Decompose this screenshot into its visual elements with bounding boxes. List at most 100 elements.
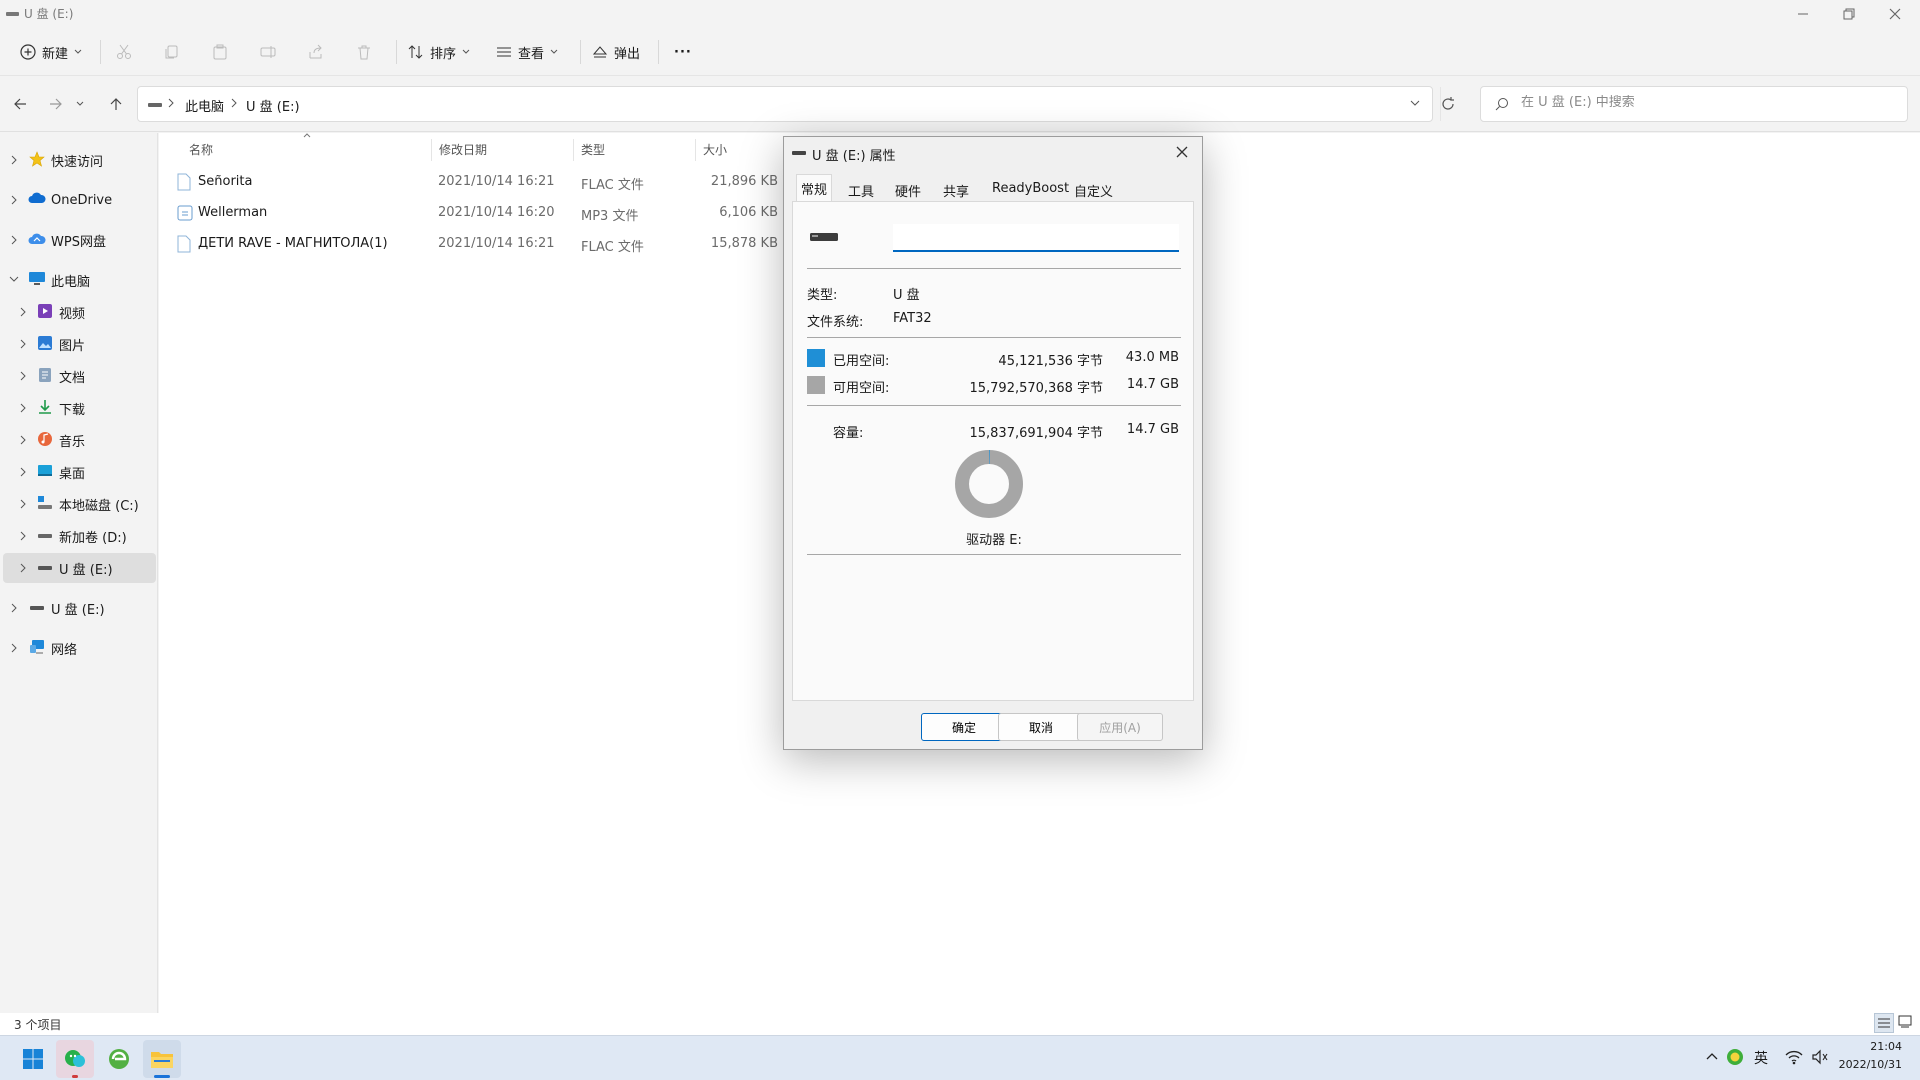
tab-hardware[interactable]: 硬件 — [891, 177, 925, 201]
title-bar: U 盘 (E:) — [0, 0, 1920, 28]
new-button[interactable]: 新建 — [20, 38, 82, 66]
divider — [807, 554, 1181, 555]
tab-general[interactable]: 常规 — [796, 174, 833, 201]
ok-button[interactable]: 确定 — [921, 713, 1007, 741]
sidebar-item-pictures[interactable]: 图片 — [0, 329, 156, 359]
cut-button[interactable] — [116, 38, 132, 66]
column-divider[interactable] — [695, 139, 696, 161]
column-divider[interactable] — [573, 139, 574, 161]
rename-button[interactable] — [260, 38, 276, 66]
chat-app-icon — [63, 1047, 87, 1071]
tab-tools[interactable]: 工具 — [844, 177, 878, 201]
copy-icon — [164, 44, 180, 60]
drive-icon — [37, 533, 55, 551]
security-tray-icon[interactable] — [1726, 1048, 1744, 1066]
sidebar-item-network[interactable]: 网络 — [0, 633, 156, 663]
drive-icon — [148, 103, 162, 107]
sidebar-item-desktop[interactable]: 桌面 — [0, 457, 156, 487]
eject-button[interactable]: 弹出 — [592, 38, 640, 66]
sidebar-item-quick-access[interactable]: 快速访问 — [0, 145, 156, 175]
paste-button[interactable] — [212, 38, 228, 66]
disk-icon — [37, 495, 55, 513]
capacity-size: 14.7 GB — [1126, 422, 1179, 437]
scissors-icon — [116, 44, 132, 60]
clock-date[interactable]: 2022/10/31 — [1830, 1058, 1902, 1071]
sidebar-item-usb-drive-e-root[interactable]: U 盘 (E:) — [0, 593, 156, 623]
taskbar-app-browser[interactable] — [100, 1040, 138, 1078]
usb-drive-icon — [29, 605, 47, 623]
volume-label-input[interactable] — [893, 224, 1179, 252]
copy-button[interactable] — [164, 38, 180, 66]
tab-sharing[interactable]: 共享 — [939, 177, 973, 201]
new-label: 新建 — [42, 46, 69, 62]
file-date: 2021/10/14 16:21 — [438, 174, 555, 189]
capacity-label: 容量: — [833, 426, 864, 441]
taskbar: 英 21:04 2022/10/31 — [0, 1035, 1920, 1080]
address-dropdown-icon[interactable] — [1410, 100, 1420, 107]
column-header-name[interactable]: 名称 — [189, 141, 213, 158]
sidebar-item-usb-drive-e[interactable]: U 盘 (E:) — [3, 553, 156, 583]
usb-drive-icon — [37, 565, 55, 583]
sort-button[interactable]: 排序 — [408, 38, 470, 66]
details-view-icon[interactable] — [1874, 1013, 1894, 1033]
wifi-icon[interactable] — [1785, 1049, 1803, 1065]
search-box[interactable] — [1480, 86, 1908, 122]
share-button[interactable] — [308, 38, 324, 66]
close-window-button[interactable] — [1872, 0, 1918, 28]
dialog-close-button[interactable] — [1166, 139, 1198, 165]
breadcrumb-usb-drive[interactable]: U 盘 (E:) — [246, 96, 300, 115]
more-options-button[interactable]: ··· — [674, 38, 692, 66]
view-button[interactable]: 查看 — [496, 38, 558, 66]
forward-button[interactable] — [42, 90, 70, 118]
divider — [100, 40, 101, 64]
column-divider[interactable] — [431, 139, 432, 161]
recent-locations-button[interactable] — [72, 90, 88, 118]
search-input[interactable] — [1521, 95, 1891, 110]
usage-donut-chart — [955, 450, 1023, 518]
sidebar-item-documents[interactable]: 文档 — [0, 361, 156, 391]
clipboard-icon — [212, 44, 228, 60]
breadcrumb-this-pc[interactable]: 此电脑 — [185, 96, 224, 115]
divider — [658, 40, 659, 64]
cancel-button[interactable]: 取消 — [998, 713, 1084, 741]
sidebar-item-local-disk-c[interactable]: 本地磁盘 (C:) — [0, 489, 156, 519]
clock-time[interactable]: 21:04 — [1838, 1040, 1902, 1053]
minimize-button[interactable] — [1780, 0, 1826, 28]
back-button[interactable] — [6, 90, 34, 118]
taskbar-app-file-explorer[interactable] — [143, 1040, 181, 1078]
tab-readyboost[interactable]: ReadyBoost — [988, 177, 1073, 201]
breadcrumb-separator-icon — [168, 98, 174, 108]
volume-icon[interactable] — [1811, 1049, 1829, 1065]
capacity-bytes: 15,837,691,904 字节 — [969, 426, 1103, 441]
sidebar-item-music[interactable]: 音乐 — [0, 425, 156, 455]
sidebar-item-videos[interactable]: 视频 — [0, 297, 156, 327]
delete-button[interactable] — [356, 38, 372, 66]
tab-customize[interactable]: 自定义 — [1070, 177, 1117, 201]
up-button[interactable] — [102, 90, 130, 118]
sidebar-item-onedrive[interactable]: OneDrive — [0, 185, 156, 215]
chevron-down-icon — [462, 49, 470, 55]
column-header-size[interactable]: 大小 — [703, 141, 727, 158]
divider — [807, 337, 1181, 338]
chevron-down-icon — [9, 275, 19, 285]
maximize-button[interactable] — [1826, 0, 1872, 28]
trash-icon — [356, 44, 372, 60]
apply-button[interactable]: 应用(A) — [1077, 713, 1163, 741]
sidebar-item-this-pc[interactable]: 此电脑 — [0, 265, 156, 295]
input-method-indicator[interactable]: 英 — [1754, 1048, 1768, 1068]
column-header-type[interactable]: 类型 — [581, 141, 605, 158]
taskbar-app-chat[interactable] — [56, 1040, 94, 1078]
running-indicator — [72, 1075, 78, 1078]
start-button[interactable] — [14, 1040, 52, 1078]
tiles-view-icon[interactable] — [1898, 1015, 1912, 1029]
free-space-ring — [955, 450, 1023, 518]
file-type: MP3 文件 — [581, 209, 639, 224]
sidebar-item-new-volume-d[interactable]: 新加卷 (D:) — [0, 521, 156, 551]
sidebar-item-downloads[interactable]: 下载 — [0, 393, 156, 423]
column-header-date[interactable]: 修改日期 — [439, 141, 487, 158]
desktop-icon — [37, 463, 55, 481]
sidebar-item-wps-cloud[interactable]: WPS网盘 — [0, 225, 156, 255]
refresh-icon[interactable] — [1440, 96, 1456, 112]
address-bar[interactable]: 此电脑 U 盘 (E:) — [137, 86, 1441, 122]
show-hidden-icons-icon[interactable] — [1706, 1052, 1718, 1060]
